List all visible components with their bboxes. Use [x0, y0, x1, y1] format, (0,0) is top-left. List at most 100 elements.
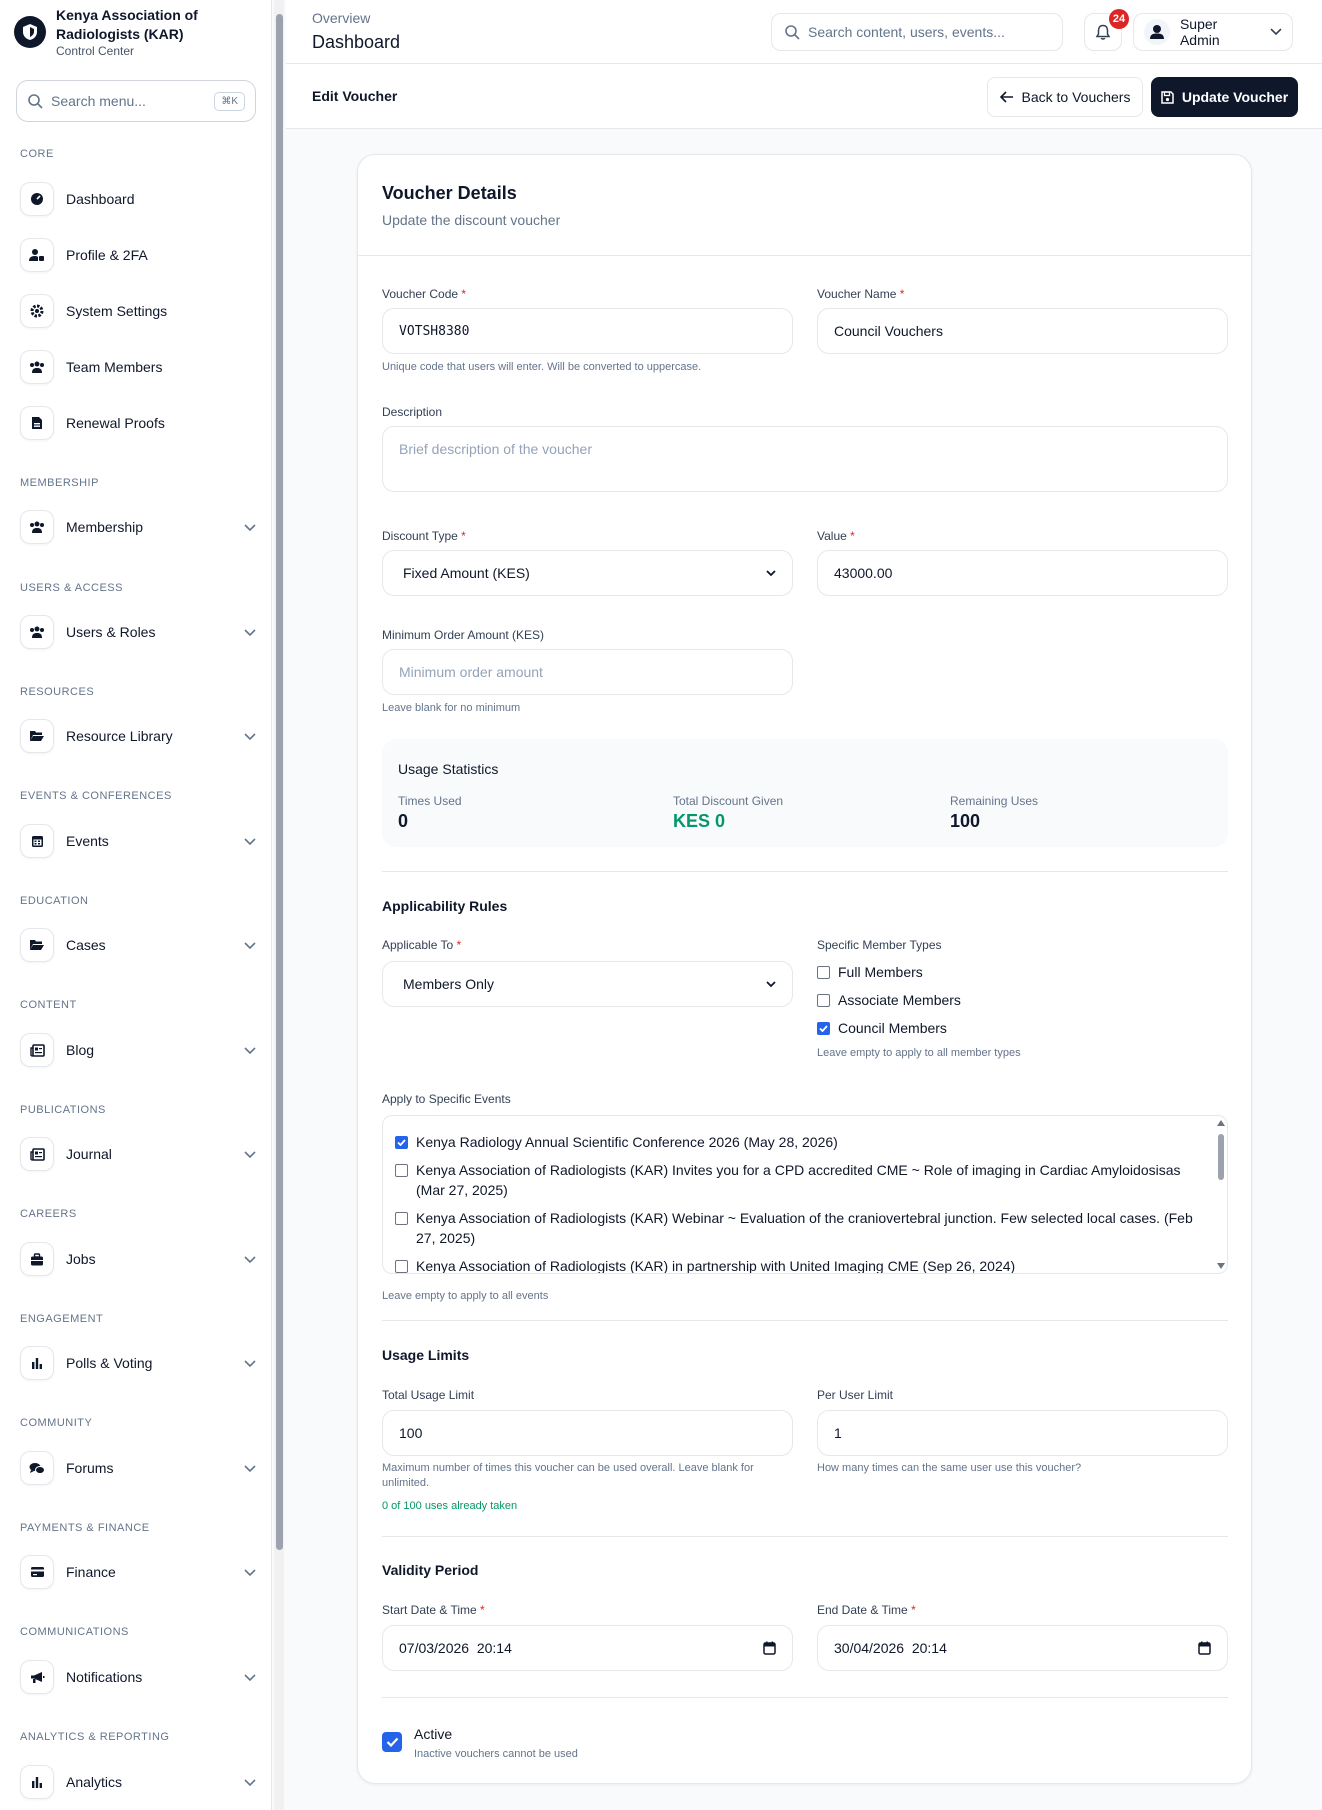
global-search-input[interactable]: Search content, users, events...	[771, 13, 1063, 51]
member-type-council-checkbox[interactable]: Council Members	[817, 1020, 947, 1036]
search-icon	[785, 25, 800, 40]
sidebar-item-label: Profile & 2FA	[66, 247, 148, 263]
event-option-label: Kenya Radiology Annual Scientific Confer…	[416, 1134, 838, 1150]
checkbox-box[interactable]	[817, 993, 830, 1007]
description-textarea[interactable]: Brief description of the voucher	[382, 426, 1228, 492]
bar-chart-icon	[20, 1346, 54, 1380]
sidebar-item-team[interactable]: Team Members	[20, 348, 256, 386]
checkbox-box[interactable]	[395, 1164, 408, 1177]
brand-subtitle: Control Center	[56, 44, 135, 58]
sidebar-item-profile[interactable]: Profile & 2FA	[20, 236, 256, 274]
sidebar-item-cases[interactable]: Cases	[20, 926, 256, 964]
member-type-full-checkbox[interactable]: Full Members	[817, 964, 923, 980]
calendar-icon	[20, 824, 54, 858]
value-label-text: Value	[817, 529, 847, 543]
sidebar-item-resources[interactable]: Resource Library	[20, 717, 256, 755]
user-lock-icon	[20, 238, 54, 272]
start-date-label-text: Start Date & Time	[382, 1603, 477, 1617]
chevron-down-icon	[244, 1146, 256, 1162]
chevron-down-icon	[244, 1669, 256, 1685]
global-search-placeholder: Search content, users, events...	[808, 24, 1005, 40]
breadcrumb[interactable]: Overview	[312, 10, 370, 26]
applicable-to-label: Applicable To *	[382, 938, 461, 952]
discount-type-select[interactable]: Fixed Amount (KES)	[382, 550, 793, 596]
required-marker: *	[850, 529, 855, 543]
sidebar-item-polls[interactable]: Polls & Voting	[20, 1344, 256, 1382]
min-order-input[interactable]: Minimum order amount	[382, 649, 793, 695]
value-input[interactable]: 43000.00	[817, 550, 1228, 596]
user-menu-button[interactable]: Super Admin	[1133, 13, 1293, 51]
event-option[interactable]: Kenya Association of Radiologists (KAR) …	[395, 1160, 1195, 1200]
sidebar-item-jobs[interactable]: Jobs	[20, 1240, 256, 1278]
search-icon	[28, 94, 43, 109]
active-checkbox[interactable]	[382, 1732, 402, 1752]
sidebar-scrollbar-thumb[interactable]	[276, 14, 283, 1550]
sidebar-item-journal[interactable]: Journal	[20, 1135, 256, 1173]
scroll-down-arrow-icon[interactable]	[1217, 1263, 1225, 1269]
start-date-input[interactable]: 07/03/2026 20:14	[382, 1625, 793, 1671]
total-discount-value: KES 0	[673, 811, 726, 831]
chevron-down-icon	[244, 728, 256, 744]
checkbox-box[interactable]	[817, 965, 830, 979]
remaining-uses-value: 100	[950, 811, 981, 831]
sidebar-item-label: Analytics	[66, 1774, 123, 1790]
voucher-code-input[interactable]: VOTSH8380	[382, 308, 793, 354]
sidebar-item-label: Finance	[66, 1564, 116, 1580]
sidebar-item-forums[interactable]: Forums	[20, 1449, 256, 1487]
events-scrollbar-thumb[interactable]	[1218, 1134, 1224, 1180]
card-header: Voucher Details Update the discount vouc…	[358, 155, 1251, 256]
user-avatar-icon	[1144, 19, 1170, 45]
event-option[interactable]: Kenya Radiology Annual Scientific Confer…	[395, 1132, 1195, 1152]
back-to-vouchers-button[interactable]: Back to Vouchers	[987, 77, 1143, 117]
folder-open-icon	[20, 928, 54, 962]
checkbox-box[interactable]	[395, 1212, 408, 1225]
section-analytics: ANALYTICS & REPORTING	[20, 1731, 170, 1743]
calendar-icon[interactable]	[763, 1641, 776, 1655]
checkbox-box-checked[interactable]	[395, 1136, 408, 1149]
sidebar-item-renewal[interactable]: Renewal Proofs	[20, 404, 256, 442]
scroll-up-arrow-icon[interactable]	[1217, 1120, 1225, 1126]
events-scrollbar[interactable]	[1215, 1116, 1227, 1273]
checkbox-box-checked[interactable]	[817, 1021, 830, 1035]
users-group-icon	[20, 350, 54, 384]
sidebar-item-label: Cases	[66, 937, 106, 953]
voucher-name-label-text: Voucher Name	[817, 287, 897, 301]
event-option[interactable]: Kenya Association of Radiologists (KAR) …	[395, 1208, 1195, 1248]
sidebar-item-analytics[interactable]: Analytics	[20, 1763, 256, 1801]
required-marker: *	[899, 287, 905, 301]
notification-count-badge: 24	[1109, 9, 1129, 29]
sidebar-item-blog[interactable]: Blog	[20, 1031, 256, 1069]
sidebar-item-notifications[interactable]: Notifications	[20, 1658, 256, 1696]
usage-limits-title: Usage Limits	[382, 1347, 470, 1363]
end-date-input[interactable]: 30/04/2026 20:14	[817, 1625, 1228, 1671]
total-usage-limit-input[interactable]: 100	[382, 1410, 793, 1456]
uses-taken-text: 0 of 100 uses already taken	[382, 1500, 518, 1512]
section-education: EDUCATION	[20, 895, 89, 907]
per-user-limit-input[interactable]: 1	[817, 1410, 1228, 1456]
sidebar-item-events[interactable]: Events	[20, 822, 256, 860]
event-option[interactable]: Kenya Association of Radiologists (KAR) …	[395, 1256, 1195, 1274]
sidebar-item-membership[interactable]: Membership	[20, 508, 256, 546]
users-group-icon	[20, 615, 54, 649]
sidebar-item-label: Resource Library	[66, 728, 173, 744]
voucher-code-help: Unique code that users will enter. Will …	[382, 361, 702, 373]
sidebar-item-finance[interactable]: Finance	[20, 1553, 256, 1591]
sidebar-item-label: Users & Roles	[66, 624, 156, 640]
applicable-to-select[interactable]: Members Only	[382, 961, 793, 1007]
required-marker: *	[480, 1603, 485, 1617]
update-voucher-button[interactable]: Update Voucher	[1151, 77, 1298, 117]
brand[interactable]: Kenya Association of Radiologists (KAR) …	[14, 6, 216, 62]
sidebar-item-settings[interactable]: System Settings	[20, 292, 256, 330]
sidebar-search-input[interactable]: Search menu... ⌘K	[16, 80, 256, 122]
member-type-associate-checkbox[interactable]: Associate Members	[817, 992, 961, 1008]
voucher-name-input[interactable]: Council Vouchers	[817, 308, 1228, 354]
required-marker: *	[461, 529, 466, 543]
sidebar-item-users[interactable]: Users & Roles	[20, 613, 256, 651]
start-date-value: 07/03/2026 20:14	[399, 1640, 512, 1656]
calendar-icon[interactable]	[1198, 1641, 1211, 1655]
sidebar-item-dashboard[interactable]: Dashboard	[20, 180, 256, 218]
checkbox-box[interactable]	[395, 1260, 408, 1273]
sidebar-item-label: System Settings	[66, 303, 168, 319]
event-option-label: Kenya Association of Radiologists (KAR) …	[416, 1258, 1016, 1274]
events-multiselect[interactable]: Kenya Radiology Annual Scientific Confer…	[382, 1115, 1228, 1274]
